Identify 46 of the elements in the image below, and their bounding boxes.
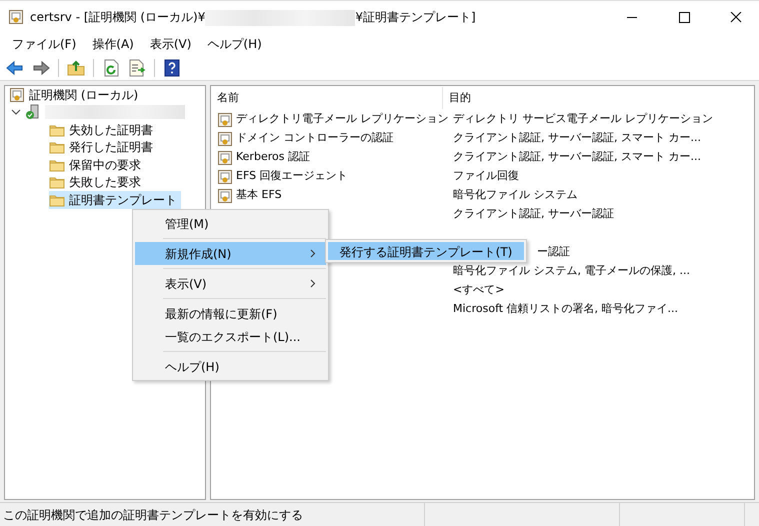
table-cell-text: <すべて>: [452, 282, 504, 298]
column-header[interactable]: 名前: [211, 87, 443, 109]
table-cell-text: ディレクトリ サービス電子メール レプリケーション: [452, 111, 713, 128]
menu-item[interactable]: 新規作成(N): [135, 242, 326, 265]
menu-item[interactable]: 最新の情報に更新(F): [135, 302, 326, 325]
table-cell-text: 暗号化ファイル システム: [452, 187, 578, 204]
close-icon: [730, 12, 742, 22]
maximize-icon: [678, 12, 690, 22]
menu-item[interactable]: ファイル(F): [4, 33, 84, 55]
table-cell-text: Microsoft 信頼リストの署名, 暗号化ファイ...: [452, 301, 678, 318]
list-item[interactable]: EFS 回復エージェント: [217, 168, 348, 185]
certificate-icon: [217, 168, 233, 184]
tree-item[interactable]: 失敗した要求: [49, 174, 145, 191]
tree-item[interactable]: 失効した証明書: [49, 121, 157, 138]
menu-item[interactable]: ヘルプ(H): [135, 355, 326, 378]
menu-item[interactable]: 発行する証明書テンプレート(T): [328, 242, 524, 260]
table-cell-text: 暗号化ファイル システム, 電子メールの保護, ...: [452, 263, 690, 280]
list-item[interactable]: ドメイン コントローラーの認証: [217, 130, 394, 147]
menu-item[interactable]: 表示(V): [142, 33, 200, 55]
certificate-icon: [217, 150, 233, 166]
menu-item[interactable]: 操作(A): [84, 33, 142, 55]
menu-item[interactable]: 管理(M): [135, 212, 326, 235]
tree-item[interactable]: 保留中の要求: [49, 156, 145, 174]
table-cell-text: クライアント認証, サーバー認証: [452, 206, 614, 222]
table-cell-text: ファイル回復: [452, 168, 519, 184]
certificate-icon: [217, 130, 233, 146]
list-item[interactable]: 基本 EFS: [217, 187, 282, 204]
menu-item[interactable]: ヘルプ(H): [199, 33, 270, 55]
list-item[interactable]: ディレクトリ電子メール レプリケーション: [217, 111, 448, 128]
table-cell-text: ー認証: [536, 244, 570, 260]
certificate-icon: [217, 112, 233, 128]
tree-item[interactable]: 発行した証明書: [49, 138, 157, 156]
certificate-icon: [217, 188, 233, 204]
list-item[interactable]: Kerberos 認証: [217, 149, 310, 166]
menu-item[interactable]: 表示(V): [135, 272, 326, 295]
window-title: certsrv - [証明機関 (ローカル)¥ ¥証明書テンプレート]: [30, 8, 476, 26]
tree-item[interactable]: 証明書テンプレート: [49, 191, 181, 208]
server-icon: [25, 104, 41, 120]
table-cell-text: クライアント認証, サーバー認証, スマート カー...: [452, 130, 701, 146]
status-text: この証明機関で追加の証明書テンプレートを有効にする: [0, 503, 425, 526]
table-cell-text: クライアント認証, サーバー認証, スマート カー...: [452, 149, 701, 166]
expanded-chevron-icon[interactable]: [11, 107, 21, 118]
app-icon: [8, 9, 24, 25]
menu-item[interactable]: 一覧のエクスポート(L)...: [135, 325, 326, 348]
column-header[interactable]: 目的: [443, 87, 754, 109]
tree-item[interactable]: 証明機関 (ローカル): [5, 86, 205, 104]
